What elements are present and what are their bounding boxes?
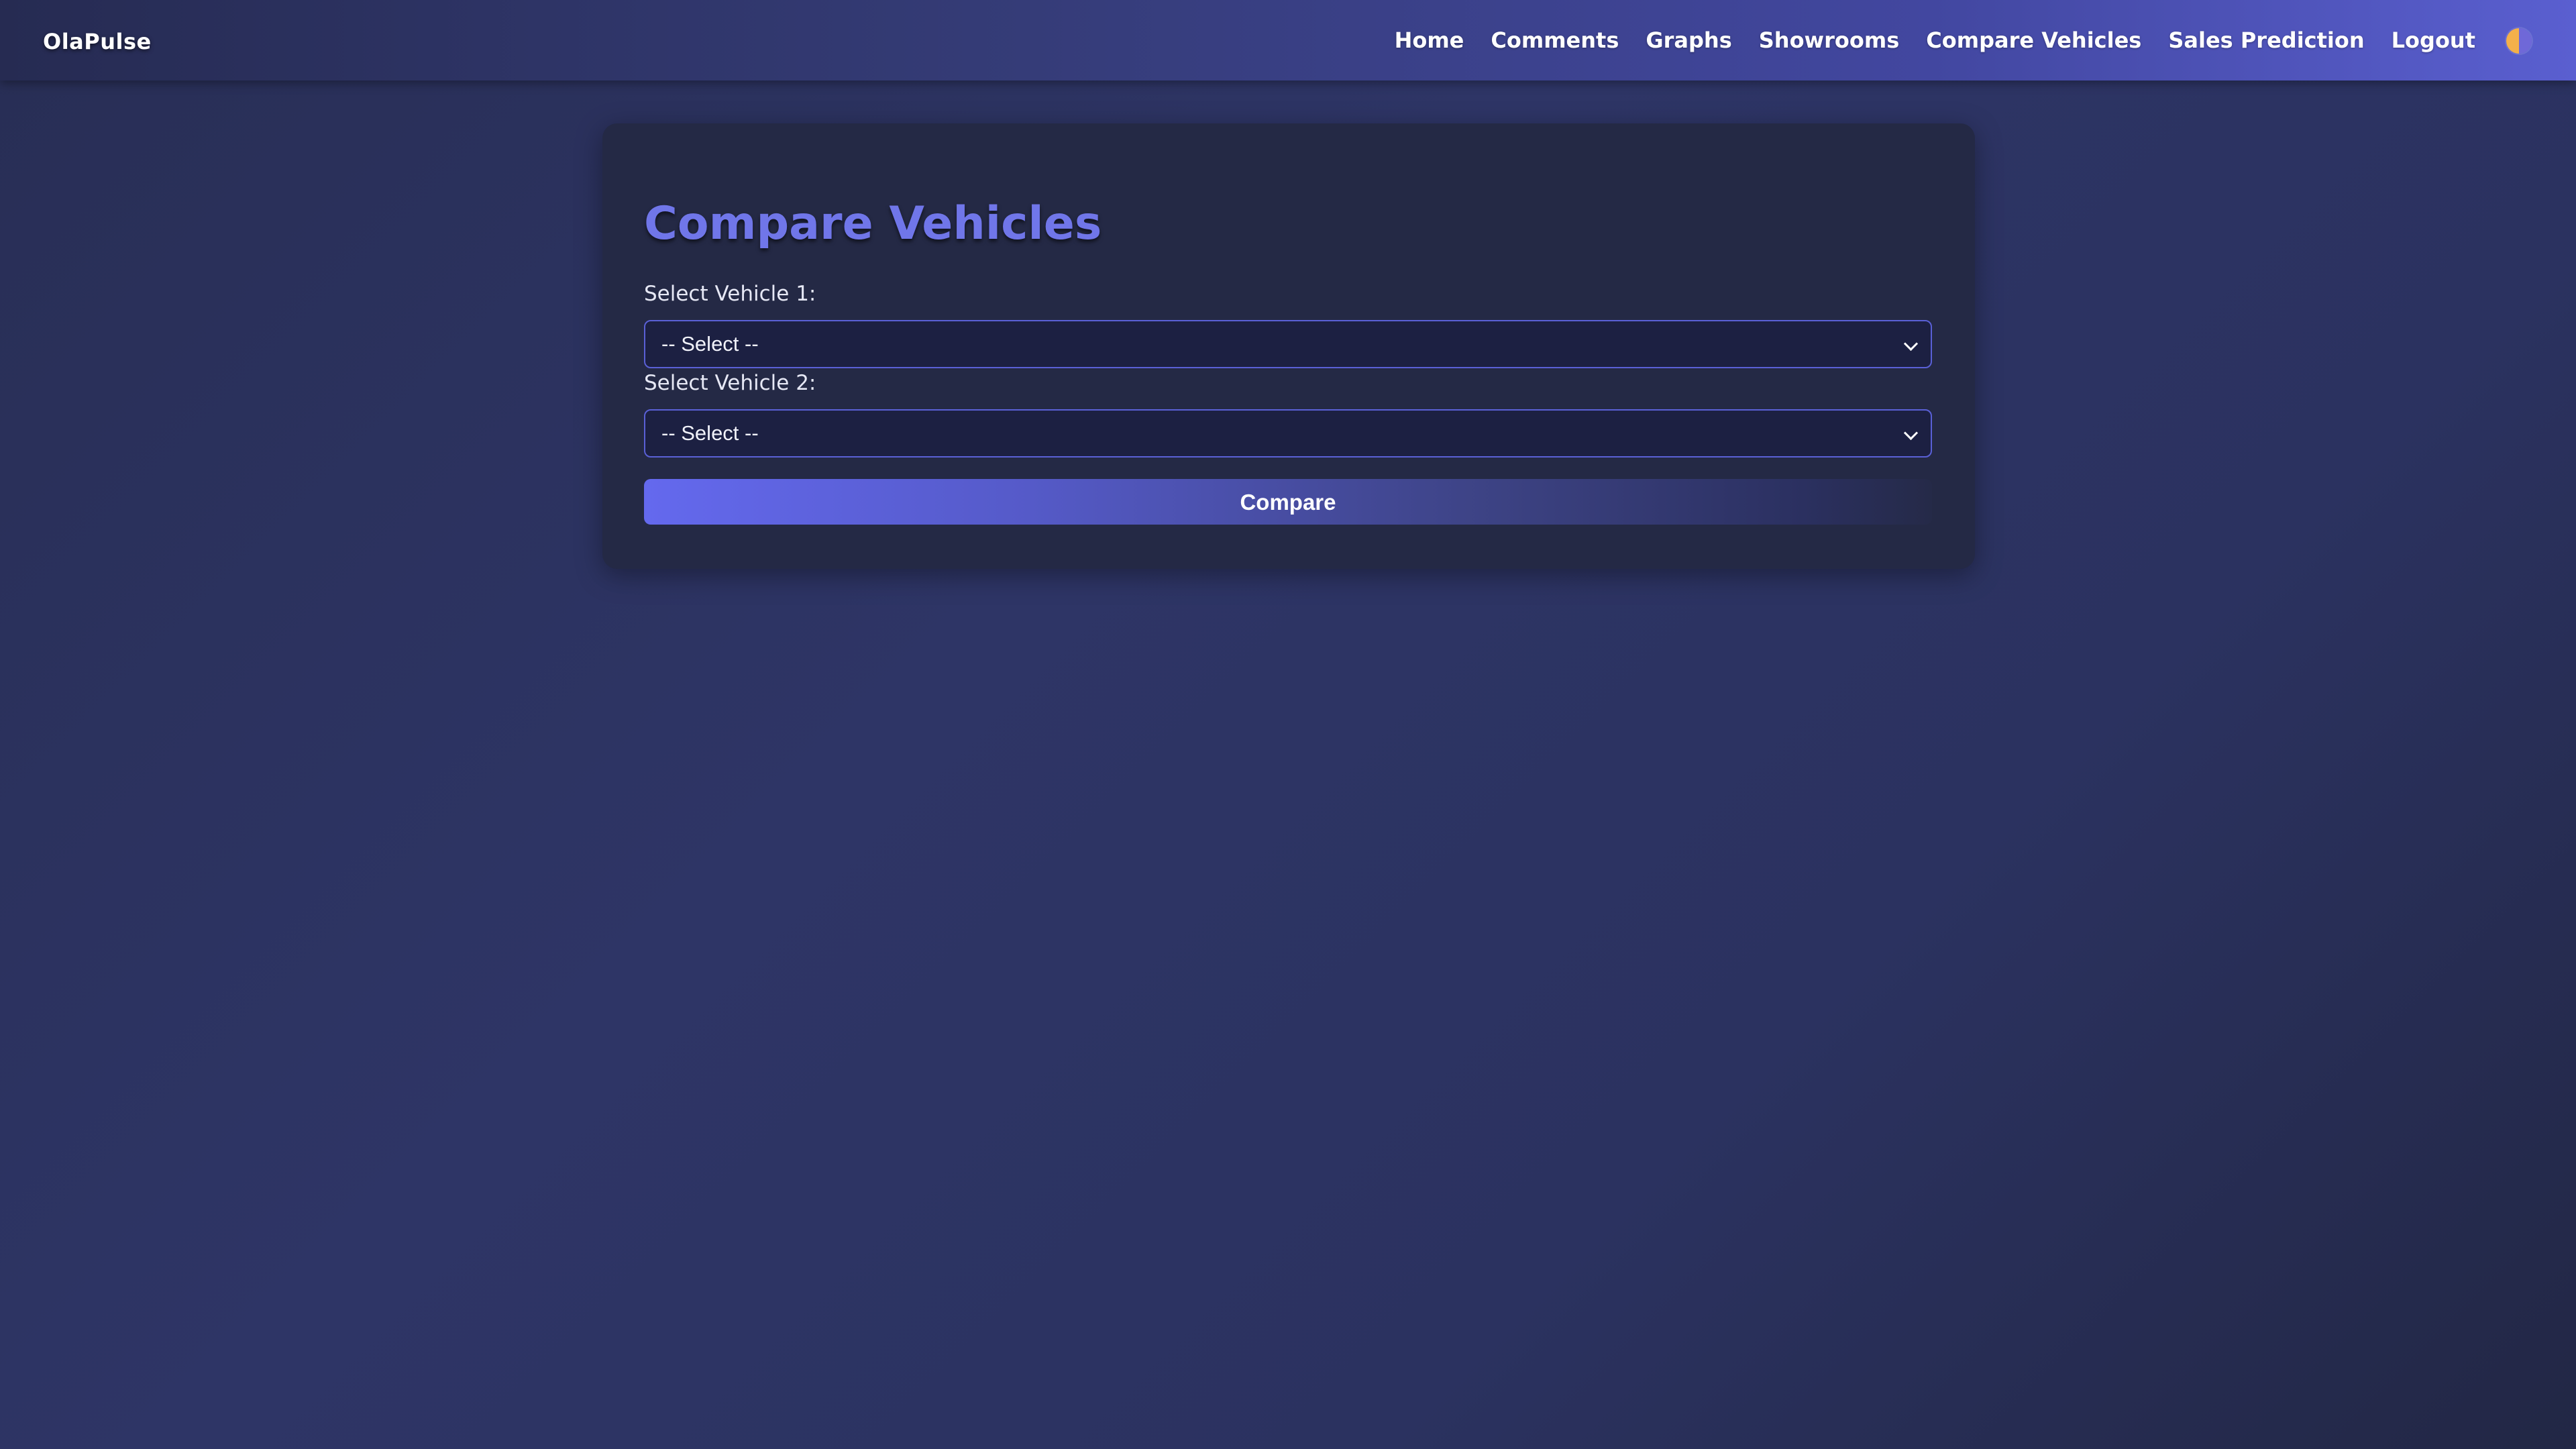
vehicle-1-selected-value: -- Select -- xyxy=(661,332,759,356)
nav-link-sales-prediction[interactable]: Sales Prediction xyxy=(2168,28,2364,53)
vehicle-1-label: Select Vehicle 1: xyxy=(644,282,816,306)
vehicle-2-label: Select Vehicle 2: xyxy=(644,371,816,395)
nav-link-home[interactable]: Home xyxy=(1395,28,1464,53)
page-title: Compare Vehicles xyxy=(644,197,1102,250)
nav-link-graphs[interactable]: Graphs xyxy=(1646,28,1731,53)
nav-links: Home Comments Graphs Showrooms Compare V… xyxy=(1368,0,2475,80)
nav-link-logout[interactable]: Logout xyxy=(2392,28,2475,53)
vehicle-1-select[interactable]: -- Select -- xyxy=(644,320,1932,368)
vehicle-2-select[interactable]: -- Select -- xyxy=(644,409,1932,458)
nav-link-comments[interactable]: Comments xyxy=(1491,28,1619,53)
top-navbar: OlaPulse Home Comments Graphs Showrooms … xyxy=(0,0,2576,80)
nav-link-showrooms[interactable]: Showrooms xyxy=(1759,28,1900,53)
chevron-down-icon xyxy=(1903,336,1919,352)
theme-toggle-icon[interactable] xyxy=(2506,28,2532,54)
nav-link-compare-vehicles[interactable]: Compare Vehicles xyxy=(1926,28,2141,53)
compare-button[interactable]: Compare xyxy=(644,479,1932,525)
compare-vehicles-card: Compare Vehicles Select Vehicle 1: -- Se… xyxy=(602,123,1975,569)
brand-logo[interactable]: OlaPulse xyxy=(43,0,152,80)
vehicle-2-selected-value: -- Select -- xyxy=(661,421,759,445)
chevron-down-icon xyxy=(1903,425,1919,441)
